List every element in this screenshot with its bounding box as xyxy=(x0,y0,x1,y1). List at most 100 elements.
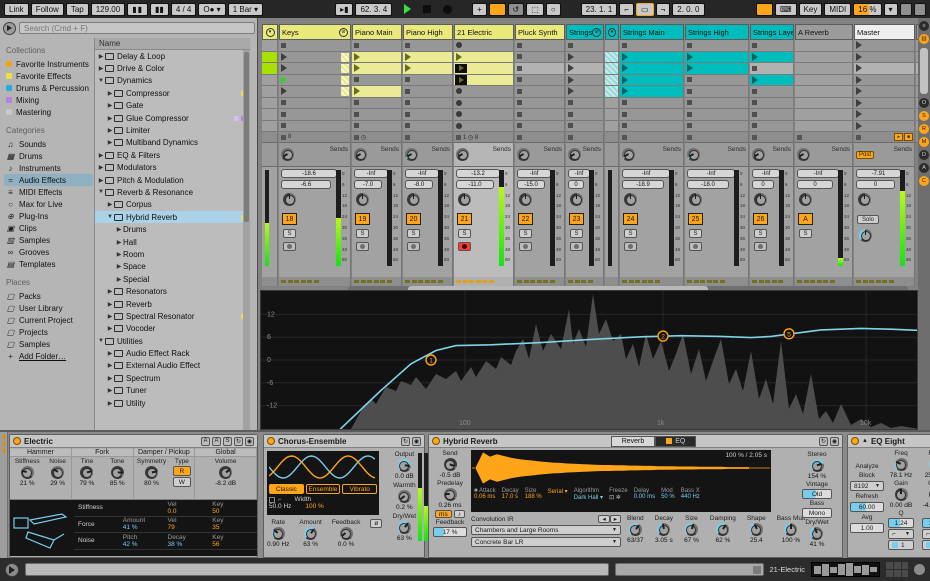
clip-stop-button[interactable] xyxy=(566,40,604,52)
solo-button[interactable]: S xyxy=(799,229,812,238)
band-enable-toggle[interactable]: 2 xyxy=(922,540,930,550)
clip-stop-button[interactable] xyxy=(515,86,565,98)
sidebar-item-mastering[interactable]: Mastering xyxy=(4,106,93,118)
clip-stop-button[interactable] xyxy=(279,120,351,132)
tree-item-hybrid-reverb[interactable]: ▼ Hybrid Reverb xyxy=(95,211,250,224)
mode-vibrato[interactable]: Vibrato xyxy=(342,484,378,494)
playing-clip[interactable] xyxy=(454,63,514,75)
tree-item-special[interactable]: ▶ Special xyxy=(95,273,250,285)
track-delay-cell[interactable] xyxy=(262,277,278,286)
header-icon-↻[interactable]: ↻ xyxy=(234,436,243,446)
track-delay-cell[interactable] xyxy=(750,277,794,286)
width-value[interactable]: 100 % xyxy=(305,503,323,510)
clip-stop-button[interactable] xyxy=(279,109,351,121)
header-icon-S[interactable]: S xyxy=(223,436,232,446)
tree-expand-arrow[interactable]: ▶ xyxy=(115,251,123,258)
tree-expand-arrow[interactable]: ▶ xyxy=(97,164,105,171)
peak-level-field[interactable]: -13.2 xyxy=(456,169,500,178)
sidebar-item-samples[interactable]: ▢ Samples xyxy=(4,338,93,350)
track-stop-all-cell[interactable]: ◷ xyxy=(352,132,402,143)
clip[interactable] xyxy=(352,63,402,75)
track-header[interactable]: Strings ⊘ xyxy=(566,24,604,40)
pan-knob[interactable] xyxy=(407,193,420,206)
slot-record-button[interactable] xyxy=(454,109,514,121)
zoom-slider[interactable] xyxy=(615,563,764,576)
clip-stop-button[interactable] xyxy=(515,120,565,132)
solo-button[interactable]: S xyxy=(689,229,702,238)
tree-expand-arrow[interactable]: ▶ xyxy=(106,288,114,295)
group-clip-slot[interactable] xyxy=(262,63,278,75)
device-title[interactable]: Hybrid Reverb xyxy=(443,437,498,446)
param-box[interactable]: Mono xyxy=(802,508,832,518)
clip-stop-button[interactable] xyxy=(515,74,565,86)
clip-stop-button[interactable] xyxy=(515,40,565,52)
output-knob[interactable] xyxy=(397,459,411,472)
track-activator[interactable]: 26 xyxy=(753,213,768,225)
tree-expand-arrow[interactable]: ▶ xyxy=(97,152,105,159)
arm-button[interactable] xyxy=(283,242,296,251)
peak-level-field[interactable]: -Inf xyxy=(405,169,439,178)
feedback-slider[interactable]: 17 % xyxy=(433,527,467,537)
mixer-toggle-d[interactable]: D xyxy=(919,150,929,160)
browser-scrollbar[interactable] xyxy=(243,50,250,430)
pan-knob[interactable] xyxy=(356,193,369,206)
header-icon[interactable]: ↻ xyxy=(401,436,410,446)
pan-knob[interactable] xyxy=(799,193,812,206)
tree-expand-arrow[interactable]: ▶ xyxy=(106,313,114,320)
tree-expand-arrow[interactable]: ▶ xyxy=(97,177,105,184)
clip[interactable] xyxy=(620,86,684,98)
arm-button[interactable] xyxy=(570,242,583,251)
arm-button[interactable] xyxy=(458,242,471,251)
clip-stop-button[interactable] xyxy=(515,109,565,121)
tree-item-tuner[interactable]: ▶ Tuner xyxy=(95,385,250,397)
param-value[interactable]: 154 % xyxy=(808,473,826,480)
dry-wet-knob[interactable] xyxy=(810,527,824,540)
q-value[interactable]: 1.24 xyxy=(888,518,914,528)
slot-play-button[interactable] xyxy=(566,51,604,63)
arrangement-position-field[interactable]: 62. 3. 4 xyxy=(355,2,393,16)
param-value[interactable]: 0.90 Hz xyxy=(267,541,289,548)
matrix-cell[interactable]: Vel 79 xyxy=(168,517,213,531)
capture-midi-button[interactable]: ○ xyxy=(545,2,561,16)
sidebar-item-midi-effects[interactable]: ≡ MIDI Effects xyxy=(4,186,93,198)
group-clip-slot[interactable] xyxy=(279,86,351,98)
clip-stop-button[interactable] xyxy=(750,86,794,98)
device-title[interactable]: EQ Eight xyxy=(871,437,905,446)
clip-stop-button[interactable] xyxy=(620,40,684,52)
tree-item-space[interactable]: ▶ Space xyxy=(95,261,250,273)
amount-knob[interactable] xyxy=(304,527,318,540)
matrix-cell[interactable]: Key 50 xyxy=(212,501,257,515)
header-icon-A[interactable]: A xyxy=(201,436,210,446)
tree-expand-arrow[interactable]: ▼ xyxy=(97,338,105,344)
clip-stop-button[interactable] xyxy=(750,40,794,52)
clip[interactable] xyxy=(352,86,402,98)
mixer-toggle-m[interactable]: M xyxy=(919,137,929,147)
follow-button[interactable]: Follow xyxy=(30,2,64,16)
dry-wet-knob[interactable] xyxy=(397,521,411,534)
group-fold-slot[interactable] xyxy=(605,86,619,98)
volume-field[interactable]: -15.0 xyxy=(517,180,545,189)
block-menu[interactable]: 8192 ▼ xyxy=(850,481,884,491)
device-on-toggle[interactable] xyxy=(13,437,21,445)
track-stop-all-cell[interactable]: 1 ◷ 8 xyxy=(454,132,514,143)
track-stop-all-cell[interactable] xyxy=(566,132,604,143)
slot-play-button[interactable] xyxy=(854,120,915,132)
param-value[interactable]: 188 % xyxy=(525,494,542,500)
sidebar-item-plug-ins[interactable]: ⊕ Plug-Ins xyxy=(4,210,93,222)
clip-stop-button[interactable] xyxy=(750,120,794,132)
arm-button[interactable] xyxy=(689,242,702,251)
tree-expand-arrow[interactable]: ▶ xyxy=(115,263,123,270)
clip-stop-button[interactable] xyxy=(352,74,402,86)
sidebar-item-samples[interactable]: ▥ Samples xyxy=(4,234,93,246)
slot-play-button[interactable] xyxy=(854,74,915,86)
tree-item-room[interactable]: ▶ Room xyxy=(95,248,250,260)
matrix-cell-value[interactable]: 0.0 xyxy=(168,508,213,515)
playing-clip[interactable] xyxy=(454,74,514,86)
tree-item-drums[interactable]: ▶ Drums xyxy=(95,223,250,235)
tone-knob[interactable] xyxy=(110,466,124,479)
play-button[interactable] xyxy=(404,4,412,14)
phase-invert-button[interactable]: ø xyxy=(370,519,383,528)
clip-stop-button[interactable] xyxy=(403,97,453,109)
noise-knob[interactable] xyxy=(51,466,65,479)
tree-item-spectrum[interactable]: ▶ Spectrum xyxy=(95,372,250,384)
